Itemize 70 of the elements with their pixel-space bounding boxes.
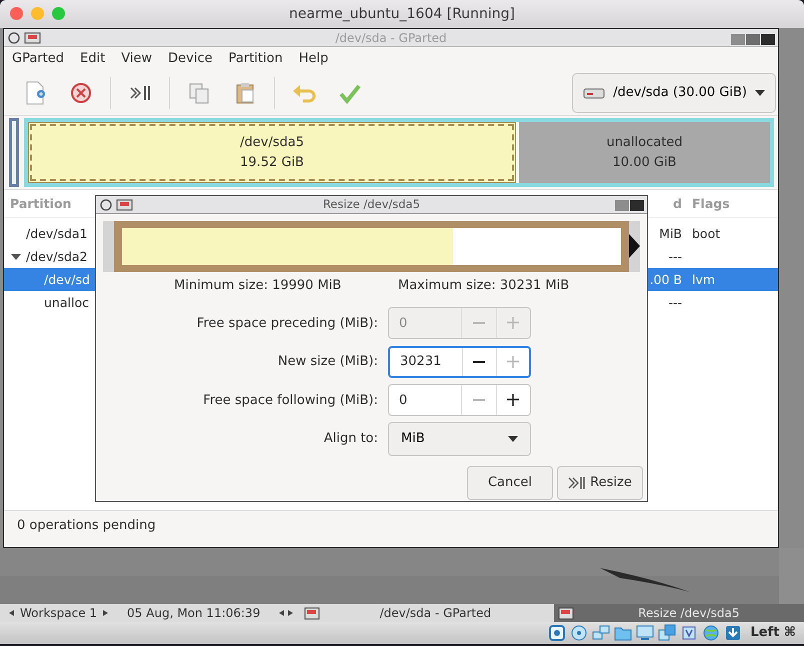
windows-icon[interactable]	[658, 624, 676, 642]
partition-size: 10.00 GiB	[612, 154, 678, 172]
table-cell: .00 B	[650, 272, 682, 287]
table-cell-text: /dev/sda2	[26, 248, 88, 266]
chip-icon[interactable]	[680, 624, 698, 642]
menu-item[interactable]: Device	[160, 47, 221, 70]
field-label: Free space preceding (MiB):	[196, 314, 379, 332]
table-row[interactable]: /dev/sda2 ---	[4, 245, 778, 268]
expanded-icon[interactable]	[10, 252, 22, 262]
plus-icon	[507, 317, 520, 330]
app-icon	[558, 606, 574, 620]
optical-disc-icon[interactable]	[570, 624, 588, 642]
taskbar-button[interactable]: /dev/sda - GParted	[300, 604, 551, 622]
table-cell: ---	[668, 249, 682, 264]
table-cell: lvm	[692, 272, 716, 287]
resize-button[interactable]: Resize	[557, 466, 643, 500]
display-icon[interactable]	[636, 624, 654, 642]
dialog-title: Resize /dev/sda5	[322, 196, 420, 213]
window-title: /dev/sda - GParted	[335, 30, 447, 46]
globe-icon[interactable]	[702, 624, 720, 642]
field-label: Free space following (MiB):	[202, 392, 379, 410]
host-key-text: Left ⌘	[750, 624, 796, 642]
maximum-size-text: Maximum size: 30231 MiB	[398, 277, 570, 295]
extended-partition-block[interactable]: /dev/sda5 19.52 GiB unallocated 10.00 GiB	[24, 118, 774, 187]
table-cell-text: unalloc	[44, 294, 89, 312]
resize-track[interactable]	[122, 228, 621, 265]
dropdown[interactable]: MiB	[388, 422, 531, 456]
partition-block[interactable]: /dev/sda5 19.52 GiB	[28, 122, 516, 183]
partition-block[interactable]	[9, 118, 19, 187]
menu-item[interactable]: Help	[290, 47, 336, 70]
spin-field[interactable]: 30231	[388, 346, 531, 378]
menu-item[interactable]: Partition	[220, 47, 291, 70]
input-field[interactable]: 0	[389, 385, 461, 416]
resize-icon	[568, 475, 586, 491]
field-label: New size (MiB):	[276, 353, 379, 371]
close-button[interactable]	[10, 7, 23, 20]
partition-size: 19.52 GiB	[239, 154, 305, 172]
field-label: Align to:	[322, 430, 379, 448]
plus-icon	[507, 394, 520, 406]
clock-text: 05 Aug, Mon 11:06:39	[127, 605, 260, 622]
minus-icon	[472, 399, 485, 402]
minus-icon	[472, 322, 485, 324]
minimum-size-text: Minimum size: 19990 MiB	[174, 277, 342, 295]
download-icon[interactable]	[724, 624, 742, 642]
table-cell: MiB	[659, 226, 682, 241]
plus-icon	[506, 356, 519, 368]
workspace-label[interactable]: Workspace 1	[20, 604, 98, 622]
menu-item[interactable]: View	[113, 47, 160, 70]
partition-name: /dev/sda5	[239, 134, 305, 152]
input-field[interactable]: 30231	[390, 348, 462, 376]
app-icon	[304, 606, 320, 620]
minus-icon	[473, 360, 486, 363]
menu-item[interactable]: Edit	[72, 47, 114, 70]
table-cell: ---	[668, 295, 682, 310]
device-selector[interactable]: /dev/sda (30.00 GiB)	[572, 72, 776, 112]
cancel-button[interactable]: Cancel	[467, 466, 553, 500]
table-cell-text: /dev/sda1	[26, 225, 88, 243]
zoom-button[interactable]	[52, 7, 65, 20]
menu-item[interactable]: GParted	[4, 47, 72, 70]
taskbar-button[interactable]: Resize /dev/sda5	[554, 604, 804, 622]
table-cell: boot	[692, 226, 720, 241]
partition-block[interactable]: unallocated 10.00 GiB	[519, 122, 770, 183]
table-cell-text: /dev/sd	[44, 271, 90, 289]
caret-icon	[508, 436, 518, 442]
partition-name: unallocated	[605, 134, 684, 152]
window-title: nearme_ubuntu_1604 [Running]	[288, 4, 516, 24]
status-text: 0 operations pending	[4, 510, 778, 540]
network-icon[interactable]	[592, 624, 610, 642]
caret-icon	[755, 90, 765, 96]
spin-field[interactable]: 0	[388, 384, 531, 416]
